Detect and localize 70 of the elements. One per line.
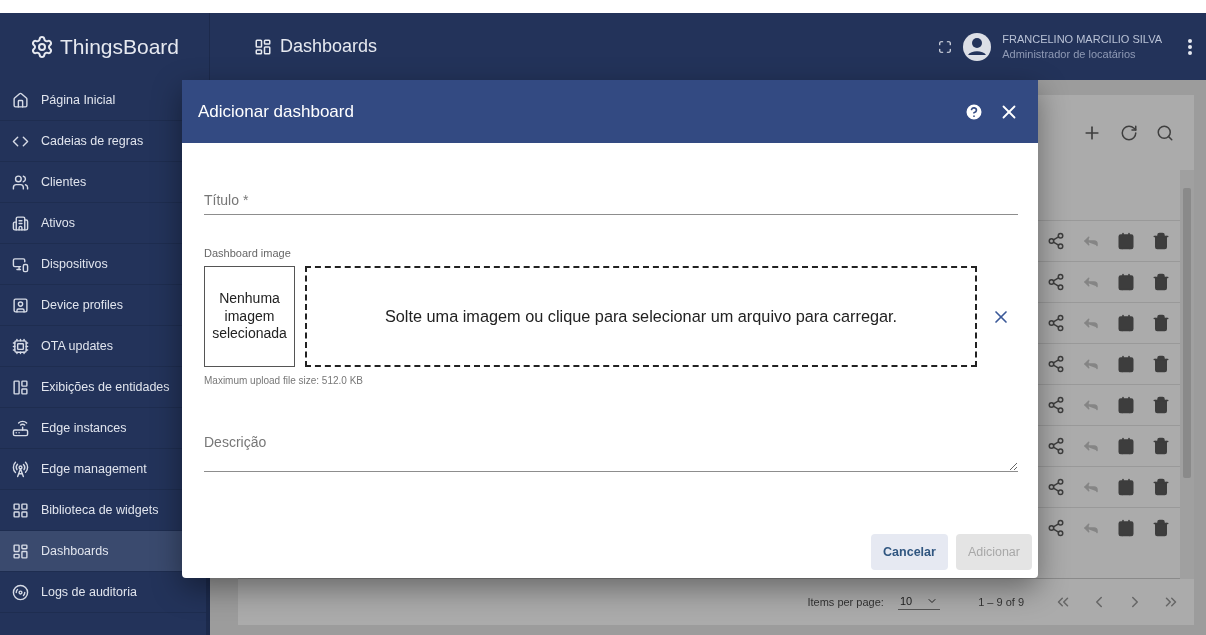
more-menu-button[interactable] — [1188, 38, 1192, 55]
menu-item-icon — [12, 378, 29, 396]
scrollbar[interactable] — [1180, 170, 1194, 579]
share-button[interactable] — [1047, 273, 1065, 291]
delete-icon — [1152, 519, 1170, 537]
menu-item-icon — [12, 173, 29, 191]
search-button[interactable] — [1156, 123, 1174, 142]
menu-item-icon — [12, 214, 29, 232]
delete-icon — [1152, 314, 1170, 332]
items-per-page-label: Items per page: — [807, 596, 884, 608]
delete-icon — [1152, 273, 1170, 291]
page-range: 1 – 9 of 9 — [978, 596, 1024, 608]
more-icon — [1188, 38, 1192, 55]
cancel-button[interactable]: Cancelar — [871, 534, 948, 570]
menu-item-icon — [12, 296, 29, 314]
logo-icon — [29, 34, 54, 59]
share-button[interactable] — [1047, 232, 1065, 250]
delete-button[interactable] — [1152, 519, 1170, 537]
share-icon — [1047, 273, 1065, 291]
fullscreen-button[interactable] — [938, 39, 953, 54]
upload-size-hint: Maximum upload file size: 512.0 KB — [204, 375, 364, 386]
help-icon — [964, 101, 984, 122]
delete-button[interactable] — [1152, 314, 1170, 332]
delete-icon — [1152, 232, 1170, 250]
image-label: Dashboard image — [204, 247, 292, 259]
search-icon — [1156, 123, 1174, 142]
delete-icon — [1152, 478, 1170, 496]
image-preview: Nenhuma imagem selecionada — [204, 266, 295, 367]
menu-item-icon — [12, 255, 29, 273]
menu-item-icon — [12, 419, 29, 437]
help-button[interactable] — [964, 101, 984, 122]
delete-button[interactable] — [1152, 396, 1170, 414]
delete-icon — [1152, 355, 1170, 373]
menu-item-icon — [12, 542, 29, 560]
share-button[interactable] — [1047, 519, 1065, 537]
share-button[interactable] — [1047, 396, 1065, 414]
share-icon — [1047, 314, 1065, 332]
image-dropzone[interactable]: Solte uma imagem ou clique para selecionar um arquivo para carregar. — [305, 266, 977, 367]
refresh-button[interactable] — [1120, 123, 1138, 142]
brand-name: ThingsBoard — [59, 34, 180, 59]
dashboard-icon — [254, 37, 272, 56]
share-button[interactable] — [1047, 314, 1065, 332]
menu-item-icon — [12, 460, 29, 478]
page-size-select[interactable]: 10 — [897, 594, 941, 610]
menu-item-icon — [12, 337, 29, 355]
share-icon — [1047, 355, 1065, 373]
delete-button[interactable] — [1152, 232, 1170, 250]
refresh-icon — [1120, 123, 1138, 142]
share-button[interactable] — [1047, 478, 1065, 496]
delete-button[interactable] — [1152, 437, 1170, 455]
share-button[interactable] — [1047, 437, 1065, 455]
menu-item-icon — [12, 583, 29, 601]
delete-icon — [1152, 396, 1170, 414]
menu-item-icon — [12, 501, 29, 519]
menu-item-icon — [12, 91, 29, 109]
share-icon — [1047, 232, 1065, 250]
user-role: Administrador de locatários — [1002, 48, 1137, 60]
share-icon — [1047, 437, 1065, 455]
delete-button[interactable] — [1152, 355, 1170, 373]
delete-button[interactable] — [1152, 478, 1170, 496]
page-title: Dashboards — [280, 36, 378, 57]
fullscreen-icon — [938, 39, 953, 54]
user-name: FRANCELINO MARCILIO SILVA — [1002, 33, 1162, 45]
delete-icon — [1152, 437, 1170, 455]
share-icon — [1047, 519, 1065, 537]
share-icon — [1047, 478, 1065, 496]
share-button[interactable] — [1047, 355, 1065, 373]
share-icon — [1047, 396, 1065, 414]
avatar-icon[interactable] — [962, 31, 993, 62]
delete-button[interactable] — [1152, 273, 1170, 291]
